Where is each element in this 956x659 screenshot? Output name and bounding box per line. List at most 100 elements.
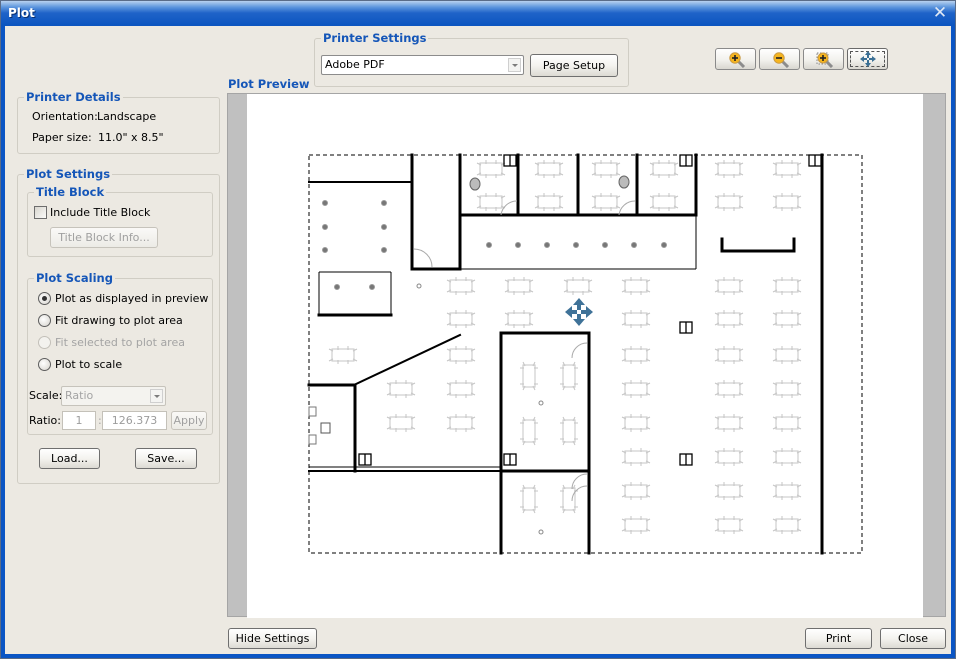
table-icon xyxy=(476,160,506,178)
table-icon xyxy=(520,416,538,446)
table-icon xyxy=(772,516,802,534)
fit-drawing-label[interactable]: Fit drawing to plot area xyxy=(55,314,183,327)
plot-scaling-legend: Plot Scaling xyxy=(36,271,113,285)
include-title-block-label[interactable]: Include Title Block xyxy=(50,206,150,219)
table-icon xyxy=(560,416,578,446)
table-icon xyxy=(714,414,744,432)
close-button[interactable]: Close xyxy=(880,628,946,649)
plant-icon xyxy=(469,177,481,191)
ratio-label: Ratio: xyxy=(29,414,61,427)
zoom-window-button[interactable] xyxy=(803,48,844,70)
table-icon xyxy=(649,193,679,211)
table-icon xyxy=(386,414,416,432)
plot-preview-area[interactable] xyxy=(227,93,946,618)
light-fixture-icon xyxy=(544,242,550,248)
apply-button[interactable]: Apply xyxy=(171,411,207,430)
save-button[interactable]: Save... xyxy=(135,448,197,469)
ratio-right-input[interactable]: 126.373 xyxy=(102,411,167,430)
title-bar[interactable]: Plot ✕ xyxy=(1,1,955,26)
table-icon xyxy=(621,414,651,432)
table-icon xyxy=(476,193,506,211)
chair-icon xyxy=(308,406,317,417)
light-fixture-icon xyxy=(322,224,328,230)
close-icon[interactable]: ✕ xyxy=(931,4,949,22)
table-icon xyxy=(772,482,802,500)
light-fixture-icon xyxy=(334,284,340,290)
table-icon xyxy=(714,380,744,398)
table-icon xyxy=(714,193,744,211)
scale-select[interactable]: Ratio xyxy=(61,386,166,406)
title-block-legend: Title Block xyxy=(36,185,105,199)
radio-plot-as-displayed[interactable] xyxy=(38,292,51,305)
light-fixture-icon xyxy=(631,242,637,248)
table-icon xyxy=(621,380,651,398)
table-icon xyxy=(772,277,802,295)
table-icon xyxy=(446,380,476,398)
table-icon xyxy=(446,346,476,364)
light-fixture-icon xyxy=(573,242,579,248)
table-icon xyxy=(772,193,802,211)
table-icon xyxy=(446,277,476,295)
outlet-icon xyxy=(416,283,422,289)
table-icon xyxy=(328,346,358,364)
table-icon xyxy=(772,380,802,398)
page-setup-button[interactable]: Page Setup xyxy=(530,54,618,77)
ratio-left-input[interactable]: 1 xyxy=(62,411,96,430)
table-icon xyxy=(591,160,621,178)
table-icon xyxy=(621,346,651,364)
load-button[interactable]: Load... xyxy=(39,448,100,469)
door-swing xyxy=(571,342,588,359)
zoom-out-button[interactable] xyxy=(759,48,800,70)
zoom-in-button[interactable] xyxy=(715,48,756,70)
table-icon xyxy=(621,516,651,534)
plant-icon xyxy=(618,175,630,189)
table-icon xyxy=(621,482,651,500)
table-icon xyxy=(772,414,802,432)
plot-as-displayed-label[interactable]: Plot as displayed in preview xyxy=(55,292,208,305)
radio-fit-selected[interactable] xyxy=(38,336,51,349)
printer-select-value: Adobe PDF xyxy=(325,58,385,71)
chevron-down-icon[interactable] xyxy=(150,389,163,403)
plot-to-scale-label[interactable]: Plot to scale xyxy=(55,358,122,371)
move-cursor-icon xyxy=(565,298,593,326)
scale-select-value: Ratio xyxy=(65,389,94,402)
outlet-icon xyxy=(538,400,544,406)
chevron-down-icon[interactable] xyxy=(508,58,521,72)
zoom-window-icon xyxy=(816,52,834,68)
radio-fit-drawing[interactable] xyxy=(38,314,51,327)
chair-icon xyxy=(320,422,331,434)
pan-button[interactable] xyxy=(847,48,888,70)
paper-size-label: Paper size: xyxy=(32,131,92,144)
table-icon xyxy=(772,448,802,466)
print-button[interactable]: Print xyxy=(805,628,872,649)
printer-settings-legend: Printer Settings xyxy=(323,31,427,45)
light-fixture-icon xyxy=(381,247,387,253)
chair-icon xyxy=(308,434,317,445)
table-icon xyxy=(714,516,744,534)
door-swing xyxy=(500,200,518,216)
light-fixture-icon xyxy=(515,242,521,248)
table-icon xyxy=(520,361,538,391)
table-icon xyxy=(534,160,564,178)
title-block-info-button[interactable]: Title Block Info... xyxy=(50,227,158,248)
orientation-label: Orientation: xyxy=(32,110,98,123)
plot-settings-legend: Plot Settings xyxy=(26,167,111,181)
light-fixture-icon xyxy=(322,247,328,253)
door-swing xyxy=(618,200,636,216)
table-icon xyxy=(649,160,679,178)
table-icon xyxy=(772,160,802,178)
hide-settings-button[interactable]: Hide Settings xyxy=(228,628,317,649)
scale-label: Scale: xyxy=(29,389,63,402)
orientation-value: Landscape xyxy=(97,110,157,123)
light-fixture-icon xyxy=(369,284,375,290)
fit-selected-label[interactable]: Fit selected to plot area xyxy=(55,336,185,349)
table-icon xyxy=(714,277,744,295)
zoom-out-icon xyxy=(773,52,790,68)
radio-plot-to-scale[interactable] xyxy=(38,358,51,371)
printer-select[interactable]: Adobe PDF xyxy=(321,55,524,75)
include-title-block-checkbox[interactable] xyxy=(34,206,47,219)
light-fixture-icon xyxy=(322,200,328,206)
table-icon xyxy=(772,346,802,364)
table-icon xyxy=(714,310,744,328)
preview-paper xyxy=(247,94,923,618)
